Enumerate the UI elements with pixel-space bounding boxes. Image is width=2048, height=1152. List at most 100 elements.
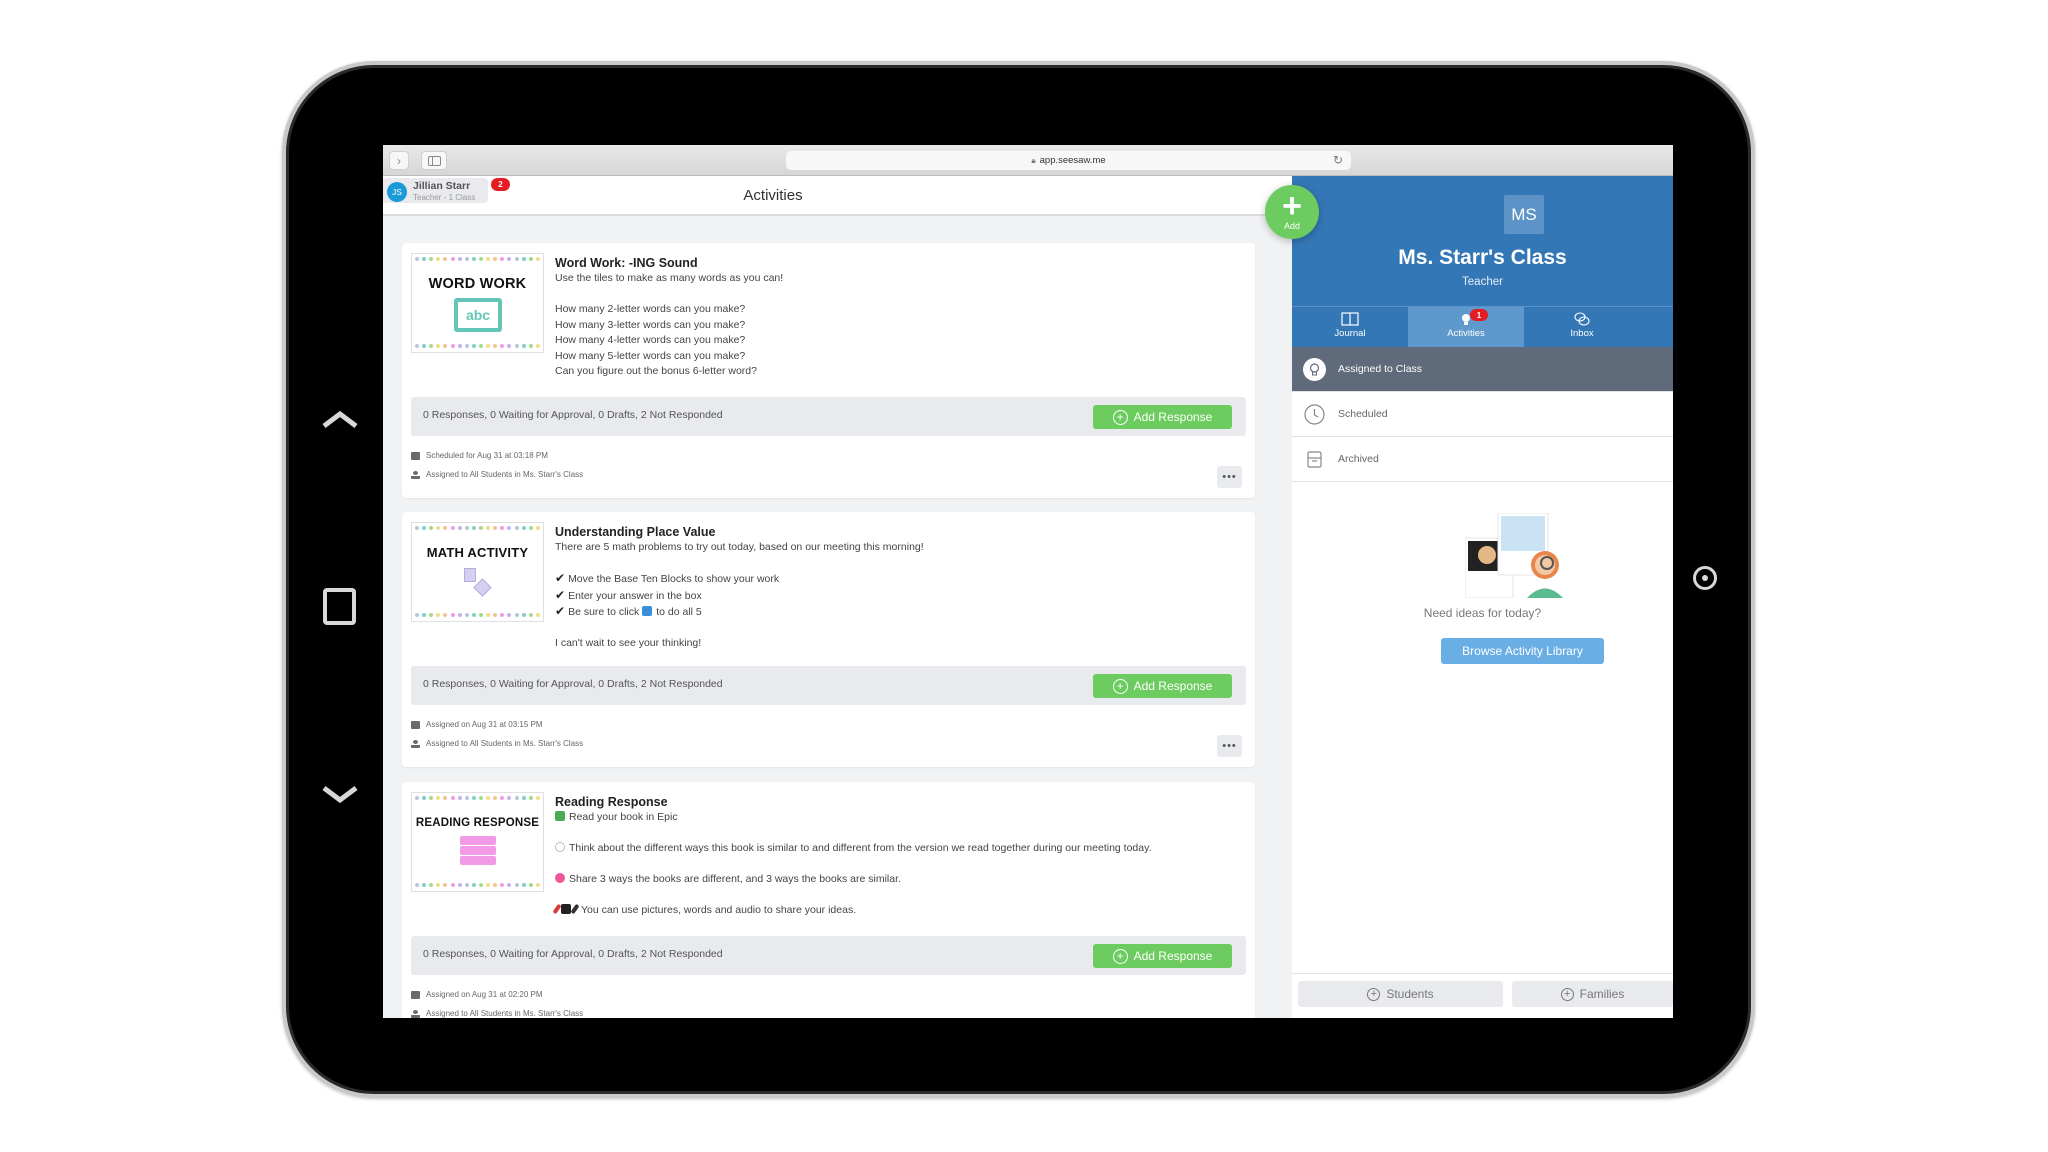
dot — [500, 526, 505, 530]
dot — [422, 613, 427, 617]
dot — [415, 257, 419, 261]
chat-bubbles-icon — [1574, 312, 1590, 326]
activity-card: READING RESPONSE Reading Response Read y… — [402, 782, 1255, 1018]
dot — [422, 526, 427, 530]
lightbulb-icon — [1303, 358, 1326, 381]
filter-archived[interactable]: Archived — [1292, 437, 1673, 482]
dot — [443, 257, 448, 261]
dot — [464, 613, 469, 617]
plus-circle-icon: + — [1112, 948, 1128, 964]
dot — [507, 796, 512, 800]
scroll-down-button[interactable] — [320, 780, 360, 810]
app-switcher-button[interactable] — [323, 588, 356, 625]
dot — [457, 526, 462, 530]
checklist-item: ✔ Be sure to click to do all 5 — [555, 604, 1245, 621]
activity-description: Word Work: -ING Sound Use the tiles to m… — [555, 255, 1245, 380]
thumbnail-title: READING RESPONSE — [415, 817, 540, 829]
add-response-button[interactable]: + Add Response — [1093, 944, 1232, 968]
calendar-icon — [411, 451, 420, 460]
activity-title[interactable]: Reading Response — [555, 794, 1245, 810]
dot — [422, 344, 427, 348]
dot — [450, 613, 455, 617]
tab-inbox[interactable]: Inbox — [1524, 307, 1640, 347]
activity-title[interactable]: Word Work: -ING Sound — [555, 255, 1245, 271]
dot — [535, 344, 540, 348]
class-avatar[interactable]: MS — [1504, 195, 1544, 234]
dot — [535, 257, 540, 261]
home-button[interactable] — [1693, 566, 1717, 590]
dot — [457, 796, 462, 800]
dot — [471, 796, 476, 800]
dot — [478, 526, 483, 530]
schedule-info: Assigned on Aug 31 at 03:15 PM — [411, 720, 543, 729]
dot — [493, 526, 498, 530]
filter-label: Archived — [1338, 453, 1379, 465]
assigned-info: Assigned to All Students in Ms. Starr's … — [411, 1009, 583, 1018]
class-name[interactable]: Ms. Starr's Class — [1292, 246, 1673, 270]
activity-ideas-illustration — [1465, 513, 1563, 598]
add-button[interactable]: + Add — [1265, 185, 1319, 239]
students-icon — [411, 739, 420, 748]
activity-thumbnail[interactable]: WORD WORK abc — [411, 253, 544, 353]
calendar-icon — [411, 990, 420, 999]
sidebar-toggle-button[interactable] — [421, 151, 447, 170]
dot — [507, 344, 512, 348]
tab-label: Inbox — [1570, 328, 1594, 339]
dot — [486, 613, 491, 617]
green-book-icon — [555, 811, 565, 821]
forward-button[interactable]: › — [389, 151, 409, 170]
add-families-button[interactable]: + Families — [1512, 981, 1673, 1007]
dot — [507, 526, 512, 530]
scroll-up-button[interactable] — [320, 404, 360, 434]
response-status-text: 0 Responses, 0 Waiting for Approval, 0 D… — [423, 409, 723, 421]
dot — [493, 613, 498, 617]
tab-journal[interactable]: Journal — [1292, 307, 1408, 347]
filter-assigned-to-class[interactable]: Assigned to Class — [1292, 347, 1673, 392]
dot — [443, 883, 448, 887]
add-label: Add — [1283, 221, 1300, 231]
schedule-text: Assigned on Aug 31 at 03:15 PM — [426, 720, 543, 729]
activity-title[interactable]: Understanding Place Value — [555, 524, 1245, 540]
tab-label: Journal — [1334, 328, 1366, 339]
url-text: app.seesaw.me — [1039, 155, 1106, 166]
thought-bubble-icon — [555, 842, 565, 852]
more-options-button[interactable]: ••• — [1217, 735, 1242, 757]
dot — [429, 526, 434, 530]
dot — [471, 526, 476, 530]
filter-scheduled[interactable]: Scheduled — [1292, 392, 1673, 437]
students-icon — [411, 470, 420, 479]
activity-description: Reading Response Read your book in Epic … — [552, 794, 1245, 919]
dot — [514, 344, 519, 348]
dot — [422, 796, 427, 800]
activity-filter-list: Assigned to Class Scheduled Archived — [1292, 347, 1673, 482]
dot — [422, 883, 427, 887]
clock-icon — [1304, 404, 1325, 425]
activity-thumbnail[interactable]: READING RESPONSE — [411, 792, 544, 892]
activity-thumbnail[interactable]: MATH ACTIVITY — [411, 522, 544, 622]
chevron-right-icon: › — [397, 153, 401, 168]
add-students-button[interactable]: + Students — [1298, 981, 1503, 1007]
tab-activities[interactable]: Activities 1 — [1408, 307, 1524, 347]
description-line: Can you figure out the bonus 6-letter wo… — [555, 365, 757, 377]
address-bar[interactable]: 🔒︎ app.seesaw.me ↻ — [786, 151, 1351, 170]
browse-activity-library-button[interactable]: Browse Activity Library — [1441, 638, 1604, 664]
dot — [443, 796, 448, 800]
checklist-item: ✔ Enter your answer in the box — [555, 588, 1245, 605]
dot — [528, 796, 533, 800]
description-line: How many 3-letter words can you make? — [555, 318, 746, 331]
bottom-actions: + Students + Families — [1292, 973, 1673, 1009]
more-options-button[interactable]: ••• — [1217, 466, 1242, 488]
reload-icon[interactable]: ↻ — [1333, 153, 1343, 167]
dot — [500, 613, 505, 617]
schedule-info: Assigned on Aug 31 at 02:20 PM — [411, 990, 543, 999]
add-response-button[interactable]: + Add Response — [1093, 405, 1232, 429]
button-label: Families — [1579, 987, 1625, 1001]
dot — [528, 257, 533, 261]
add-response-button[interactable]: + Add Response — [1093, 674, 1232, 698]
dot — [521, 526, 526, 530]
play-button-icon — [642, 606, 653, 616]
sidebar-icon — [427, 155, 441, 166]
dot — [429, 883, 434, 887]
